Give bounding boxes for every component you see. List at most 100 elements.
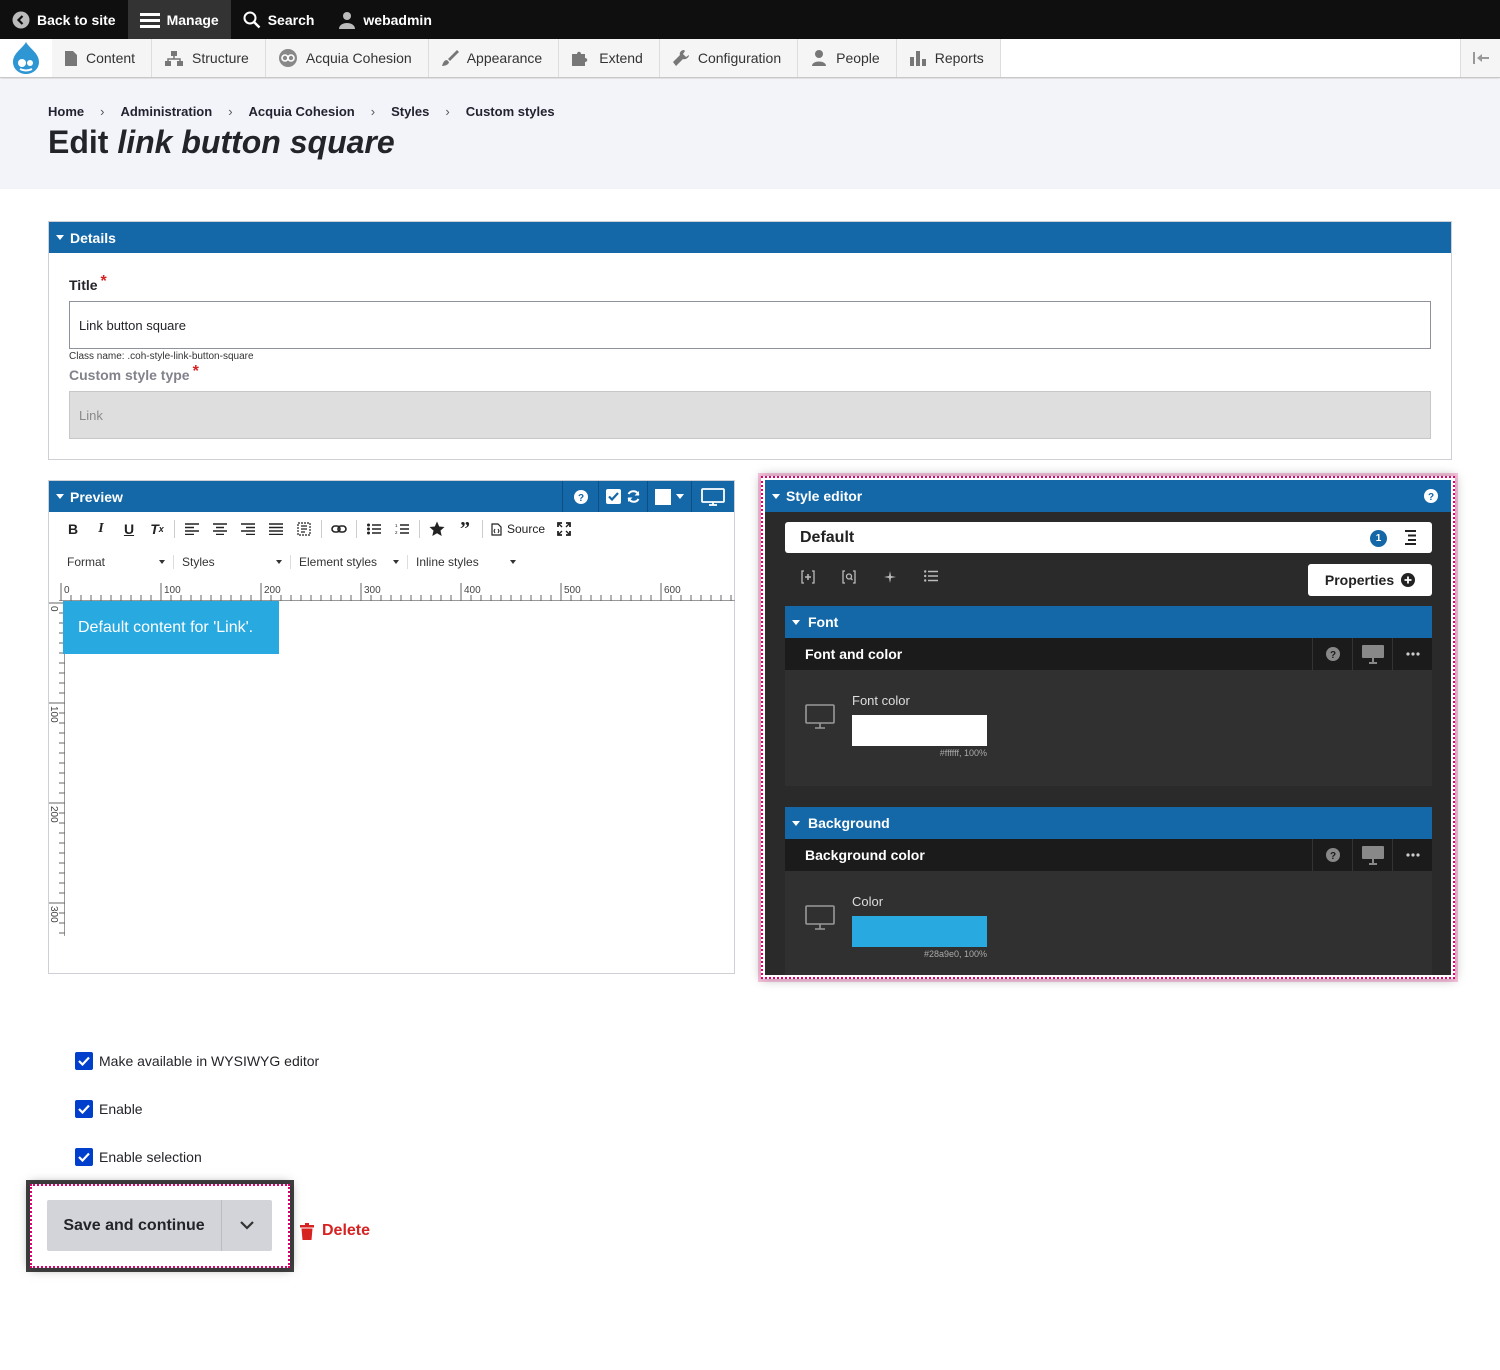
properties-button[interactable]: Properties: [1308, 564, 1432, 596]
italic-button[interactable]: I: [87, 517, 115, 541]
list-icon[interactable]: [924, 570, 938, 584]
preview-help-button[interactable]: ?: [562, 481, 598, 512]
justify-button[interactable]: [262, 517, 290, 541]
breadcrumb-link[interactable]: Styles: [391, 104, 429, 119]
align-right-icon: [241, 523, 255, 535]
tray-item-content[interactable]: Content: [52, 39, 153, 77]
special-char-button[interactable]: [423, 517, 451, 541]
maximize-button[interactable]: [550, 517, 578, 541]
sparkle-icon[interactable]: [883, 570, 897, 584]
styles-select-label: Styles: [182, 555, 215, 569]
style-editor-toggle[interactable]: Style editor ?: [765, 480, 1451, 512]
tray-item-extend[interactable]: Extend: [559, 39, 660, 77]
underline-button[interactable]: U: [115, 517, 143, 541]
background-breakpoint-button[interactable]: [1352, 839, 1392, 871]
ruler-label: 300: [49, 906, 59, 923]
bulleted-list-button[interactable]: [360, 517, 388, 541]
font-more-button[interactable]: [1392, 638, 1432, 670]
styles-select[interactable]: Styles: [174, 555, 291, 569]
tray-item-structure[interactable]: Structure: [152, 39, 266, 77]
chevron-down-icon: [240, 1221, 254, 1230]
preview-device-button[interactable]: [691, 481, 734, 512]
breadcrumb-link[interactable]: Administration: [120, 104, 212, 119]
search-tab[interactable]: Search: [231, 0, 327, 39]
align-center-button[interactable]: [206, 517, 234, 541]
background-color-swatch[interactable]: [852, 916, 987, 947]
details-panel: Details Title * Link button square Class …: [48, 221, 1452, 460]
toolbar-separator: [321, 520, 322, 538]
link-icon: [331, 525, 347, 533]
preview-refresh-toggle[interactable]: [598, 481, 647, 512]
save-options-toggle[interactable]: [222, 1200, 272, 1251]
title-input[interactable]: Link button square: [69, 301, 1431, 349]
tray-item-label: Content: [86, 50, 136, 66]
add-child-icon[interactable]: [801, 570, 815, 584]
enable-selection-option-label: Enable selection: [99, 1149, 202, 1165]
enable-option[interactable]: Enable: [75, 1100, 143, 1118]
help-icon[interactable]: ?: [1424, 489, 1438, 503]
align-right-button[interactable]: [234, 517, 262, 541]
tray-item-reports[interactable]: Reports: [896, 39, 1001, 77]
font-color-swatch[interactable]: [852, 715, 987, 746]
source-button[interactable]: Source: [486, 517, 550, 541]
breadcrumb-link[interactable]: Home: [48, 104, 84, 119]
tray-item-label: Reports: [934, 50, 984, 66]
back-to-site-link[interactable]: Back to site: [0, 0, 128, 39]
breadcrumb-separator: ›: [100, 104, 105, 119]
breadcrumb-link[interactable]: Acquia Cohesion: [249, 104, 355, 119]
blockquote-button[interactable]: ”: [451, 517, 479, 541]
remove-format-button[interactable]: Tx: [143, 517, 171, 541]
font-breakpoint-button[interactable]: [1352, 638, 1392, 670]
svg-text:?: ?: [577, 493, 583, 504]
hierarchy-menu-icon[interactable]: [1405, 530, 1416, 545]
pseudo-class-icon[interactable]: [842, 570, 856, 584]
background-help-button[interactable]: ?: [1312, 839, 1352, 871]
checkbox-checked-icon[interactable]: [75, 1052, 93, 1070]
cohesion-icon: [278, 48, 298, 68]
save-and-continue-button[interactable]: Save and continue: [47, 1200, 222, 1251]
page-icon: [64, 50, 78, 67]
background-section-toggle[interactable]: Background: [785, 807, 1432, 839]
background-more-button[interactable]: [1392, 839, 1432, 871]
align-left-button[interactable]: [178, 517, 206, 541]
font-help-button[interactable]: ?: [1312, 638, 1352, 670]
numbered-list-button[interactable]: 12: [388, 517, 416, 541]
tray-item-configuration[interactable]: Configuration: [659, 39, 799, 77]
user-tab[interactable]: webadmin: [326, 0, 443, 39]
font-section-toggle[interactable]: Font: [785, 606, 1432, 638]
drupal-logo-icon[interactable]: [0, 39, 52, 77]
tray-item-acquia-cohesion[interactable]: Acquia Cohesion: [265, 39, 429, 77]
modifier-count-badge: 1: [1370, 530, 1387, 547]
tray-item-appearance[interactable]: Appearance: [428, 39, 560, 77]
details-toggle[interactable]: Details: [49, 222, 1451, 253]
breadcrumb-separator: ›: [370, 104, 376, 119]
justify-icon: [269, 523, 283, 535]
tray-item-label: Extend: [599, 50, 643, 66]
enable-selection-option[interactable]: Enable selection: [75, 1148, 202, 1166]
inline-styles-select[interactable]: Inline styles: [408, 555, 524, 569]
element-styles-select[interactable]: Element styles: [291, 555, 408, 569]
custom-style-type-select: Link: [69, 391, 1431, 439]
collapse-triangle-icon: [56, 235, 64, 240]
show-blocks-button[interactable]: [290, 517, 318, 541]
preview-background-picker[interactable]: [647, 481, 691, 512]
background-color-header: Background color ?: [785, 839, 1432, 871]
preview-toggle[interactable]: Preview ?: [49, 481, 734, 512]
back-to-site-label: Back to site: [37, 11, 116, 28]
tray-item-people[interactable]: People: [798, 39, 897, 77]
style-selector-label: Default: [800, 528, 855, 546]
preview-link-text: Default content for 'Link'.: [78, 618, 254, 636]
checkbox-checked-icon[interactable]: [75, 1100, 93, 1118]
style-selector[interactable]: Default 1: [785, 522, 1432, 553]
wysiwyg-option[interactable]: Make available in WYSIWYG editor: [75, 1052, 319, 1070]
background-section-heading: Background: [808, 815, 890, 831]
bold-button[interactable]: B: [59, 517, 87, 541]
checkbox-checked-icon[interactable]: [75, 1148, 93, 1166]
manage-tab[interactable]: Manage: [127, 0, 231, 39]
collapse-tray-button[interactable]: [1460, 39, 1500, 77]
link-button[interactable]: [325, 517, 353, 541]
collapse-triangle-icon: [56, 494, 64, 499]
delete-link[interactable]: Delete: [300, 1222, 370, 1240]
breadcrumb-link[interactable]: Custom styles: [466, 104, 555, 119]
format-select[interactable]: Format: [59, 555, 174, 569]
